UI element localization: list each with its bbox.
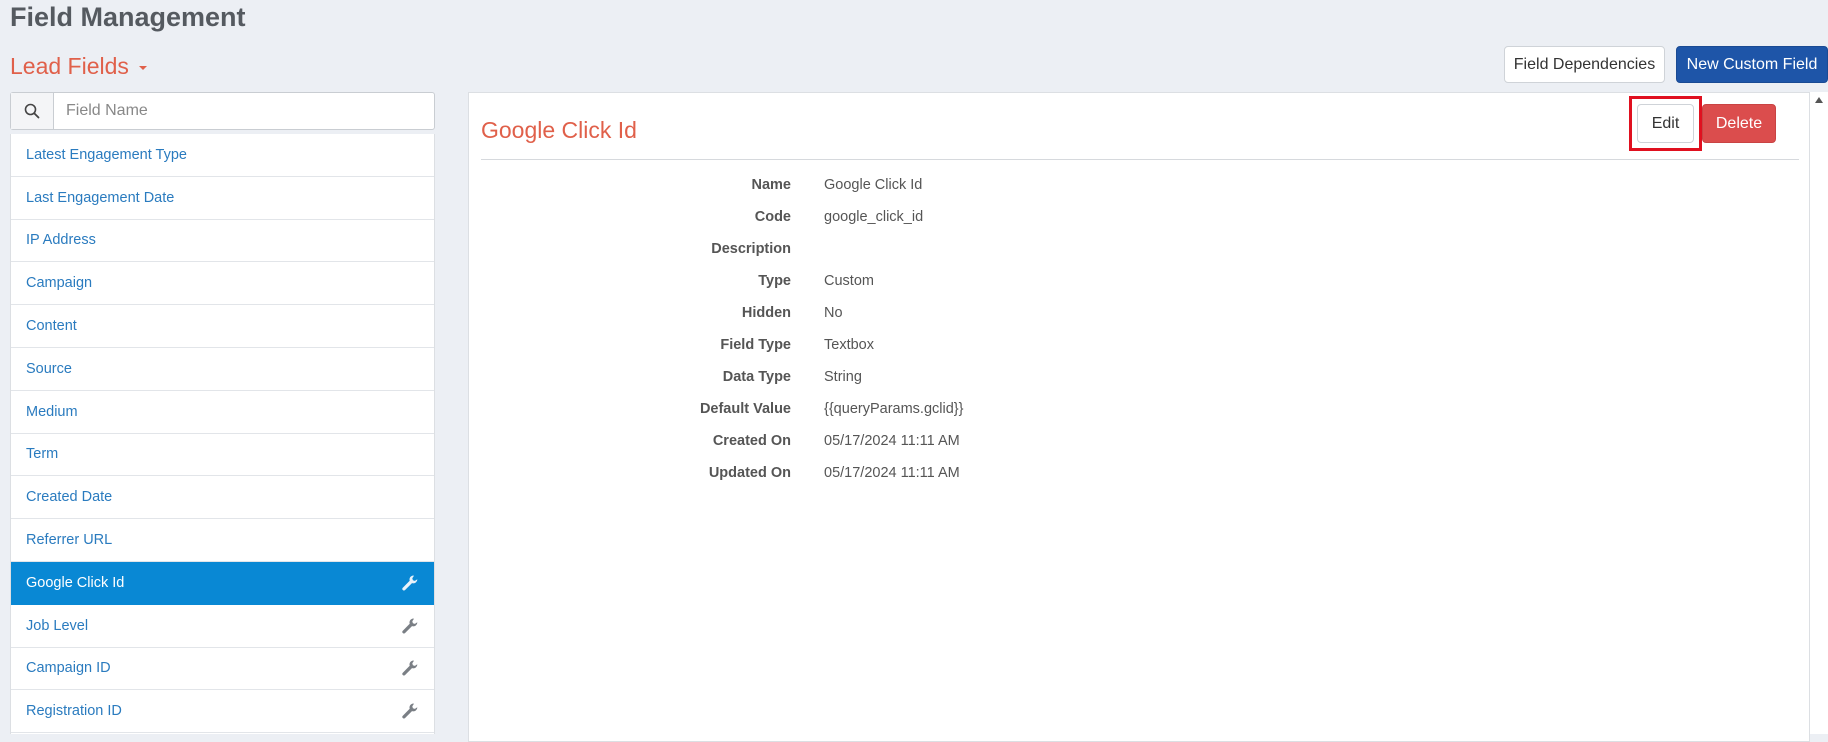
field-list-item[interactable]: Referrer URL — [11, 519, 434, 562]
wrench-icon[interactable] — [401, 702, 419, 720]
wrench-icon[interactable] — [401, 574, 419, 592]
field-list-item-label: Job Level — [26, 617, 89, 634]
wrench-icon[interactable] — [401, 617, 419, 635]
property-table: Name Google Click Id Code google_click_id De… — [481, 169, 1481, 489]
field-list-item[interactable]: Campaign ID — [11, 648, 434, 691]
field-list-item[interactable]: Google Click Id — [11, 561, 434, 605]
property-row: Created On 05/17/2024 11:11 AM — [481, 425, 1481, 457]
field-detail-panel: Google Click Id Edit Delete Name Google C… — [468, 92, 1810, 742]
section-dropdown-label: Lead Fields — [10, 53, 129, 79]
property-label: Description — [711, 241, 791, 257]
field-list-item-label: Campaign ID — [26, 660, 111, 677]
field-list-item-label: Registration ID — [26, 703, 122, 720]
field-list-item-label: Referrer URL — [26, 532, 113, 549]
property-value: Textbox — [824, 337, 874, 353]
delete-button[interactable]: Delete — [1702, 104, 1776, 143]
scrollbar[interactable] — [1810, 92, 1828, 734]
search-addon — [11, 93, 54, 129]
field-list-item[interactable]: Source — [11, 348, 434, 391]
search-icon — [24, 103, 40, 119]
field-list-item[interactable]: Registration ID — [11, 690, 434, 734]
field-list-item[interactable]: Created Date — [11, 476, 434, 520]
field-list-item-label: Medium — [26, 403, 78, 420]
field-list-item-label: Created Date — [26, 489, 113, 506]
field-list-item[interactable]: Term — [11, 434, 434, 477]
field-list: Latest Engagement Type Last Engagement Da… — [10, 134, 435, 734]
field-list-item[interactable]: Content — [11, 305, 434, 348]
field-list-item-label: Term — [26, 446, 59, 463]
field-dependencies-button[interactable]: Field Dependencies — [1504, 46, 1665, 83]
scroll-up-arrow-icon[interactable] — [1815, 97, 1823, 103]
field-list-item[interactable]: Campaign — [11, 262, 434, 306]
detail-title: Google Click Id — [481, 117, 637, 143]
property-row: Name Google Click Id — [481, 169, 1481, 201]
property-value: String — [824, 369, 862, 385]
property-row: Hidden No — [481, 297, 1481, 329]
field-list-item-label: Latest Engagement Type — [26, 146, 187, 163]
property-value: google_click_id — [824, 209, 924, 225]
property-label: Created On — [712, 433, 791, 449]
property-label: Data Type — [722, 369, 791, 385]
page-title: Field Management — [10, 2, 246, 32]
edit-button[interactable]: Edit — [1637, 104, 1694, 143]
field-list-item-label: Campaign — [26, 275, 93, 292]
property-value: No — [824, 305, 843, 321]
detail-divider — [481, 159, 1799, 160]
property-label: Hidden — [741, 305, 791, 321]
field-list-item-label: IP Address — [26, 232, 96, 249]
property-label: Default Value — [699, 401, 791, 417]
property-label: Code — [754, 209, 791, 225]
field-list-item[interactable]: Last Engagement Date — [11, 177, 434, 220]
new-custom-field-button[interactable]: New Custom Field — [1676, 46, 1828, 83]
wrench-icon[interactable] — [401, 659, 419, 677]
property-row: Field Type Textbox — [481, 329, 1481, 361]
property-label: Name — [751, 177, 792, 193]
property-value: Custom — [824, 273, 874, 289]
property-row: Type Custom — [481, 265, 1481, 297]
property-value: {{queryParams.gclid}} — [824, 401, 964, 417]
property-label: Field Type — [720, 337, 791, 353]
property-value: 05/17/2024 11:11 AM — [824, 433, 960, 449]
property-label: Updated On — [708, 465, 791, 481]
property-row: Updated On 05/17/2024 11:11 AM — [481, 457, 1481, 489]
field-list-item-label: Content — [26, 318, 77, 335]
field-list-item[interactable]: Job Level — [11, 605, 434, 648]
section-dropdown[interactable]: Lead Fields — [10, 50, 148, 82]
field-list-item[interactable]: Medium — [11, 391, 434, 434]
property-value: Google Click Id — [824, 177, 923, 193]
field-name-search-input[interactable] — [54, 93, 434, 129]
field-list-item[interactable]: Latest Engagement Type — [11, 134, 434, 177]
field-list-item[interactable]: IP Address — [11, 220, 434, 263]
search-box — [10, 92, 435, 130]
property-label: Type — [758, 273, 791, 289]
property-row: Code google_click_id — [481, 201, 1481, 233]
field-list-item-label: Google Click Id — [26, 574, 125, 591]
property-row: Default Value {{queryParams.gclid}} — [481, 393, 1481, 425]
field-list-item-label: Last Engagement Date — [26, 189, 175, 206]
field-list-item-label: Source — [26, 360, 72, 377]
caret-down-icon — [139, 65, 148, 70]
property-row: Description — [481, 233, 1481, 265]
property-value: 05/17/2024 11:11 AM — [824, 465, 960, 481]
property-row: Data Type String — [481, 361, 1481, 393]
